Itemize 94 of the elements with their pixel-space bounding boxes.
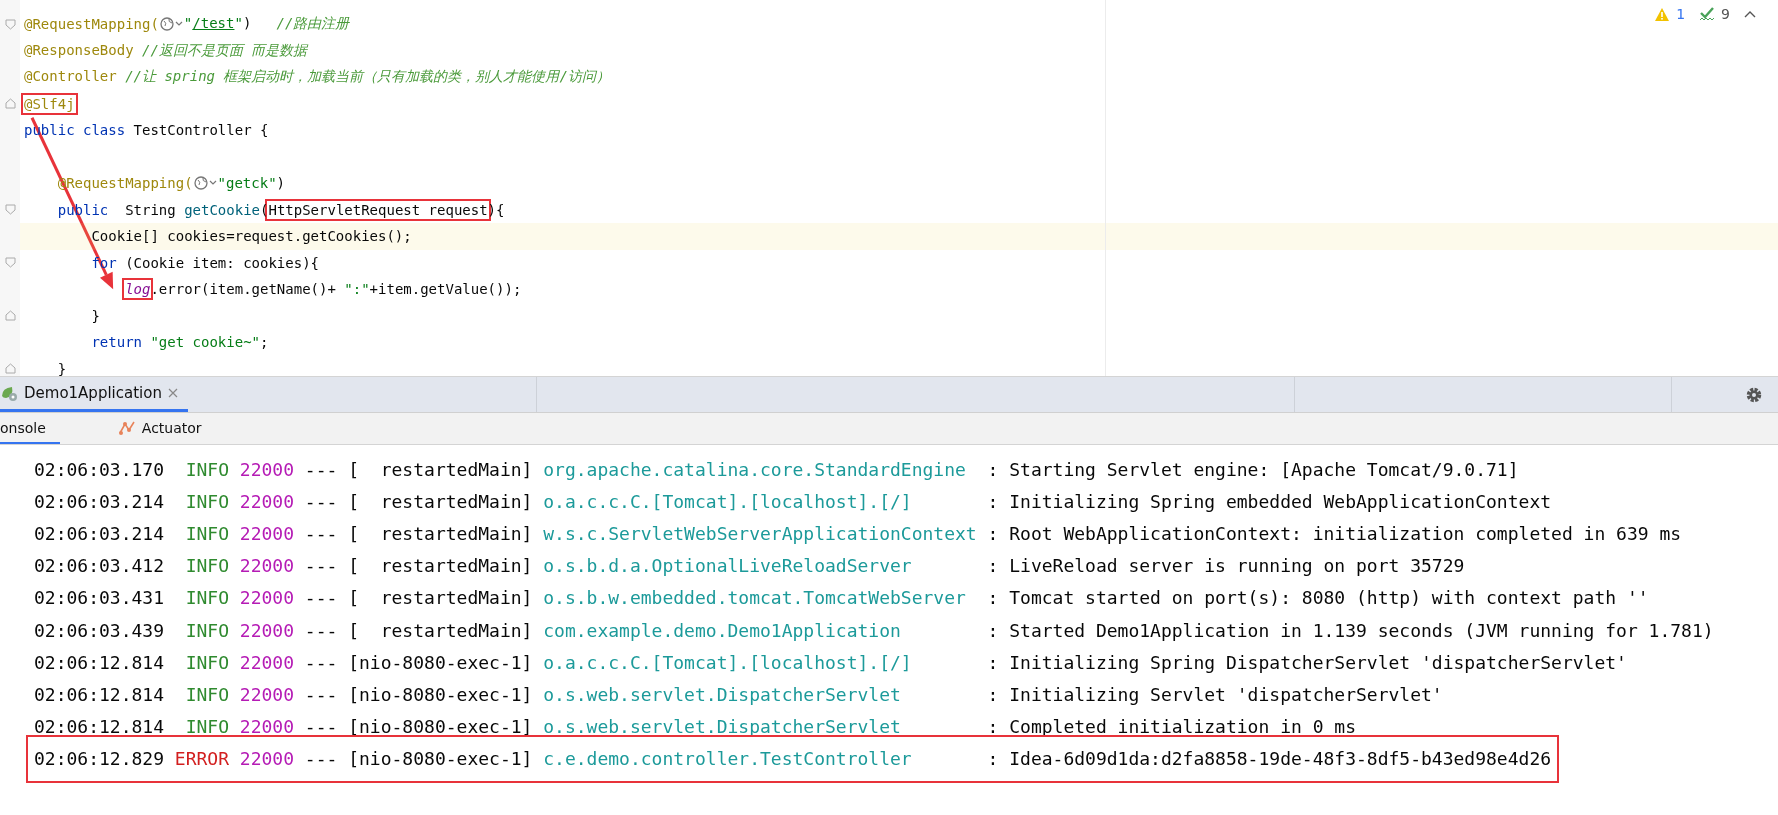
tool-tab[interactable]: onsole [0,413,60,444]
log-logger: org.apache.catalina.core.StandardEngine [543,458,967,480]
log-thread: [nio-8080-exec-1] [348,716,533,738]
log-message: : Idea-6d09d1da:d2fa8858-19de-48f3-8df5-b43ed98e4d26 [987,748,1552,770]
log-thread: [nio-8080-exec-1] [348,651,533,673]
log-message: : LiveReload server is running on port 35729 [987,555,1465,577]
log-timestamp: 02:06:03.412 [34,555,165,577]
log-separator: --- [304,458,338,480]
code-text: @RequestMapping( [24,16,159,33]
log-level: INFO [184,619,230,641]
log-thread: [nio-8080-exec-1] [348,748,533,770]
log-thread: [ restartedMain] [348,458,533,480]
log-message: : Starting Servlet engine: [Apache Tomcat/9.0.71] [987,458,1519,480]
log-logger: o.a.c.c.C.[Tomcat].[localhost].[/] [543,490,913,512]
leaf-icon [0,384,18,402]
log-level: INFO [184,587,230,609]
log-pid: 22000 [239,555,295,577]
log-level: ERROR [174,748,230,770]
log-pid: 22000 [239,522,295,544]
log-separator: --- [304,490,338,512]
log-separator: --- [304,748,338,770]
log-level: INFO [184,458,230,480]
close-icon [167,388,178,398]
code-text: } [56,360,67,377]
log-logger: o.s.b.w.embedded.tomcat.TomcatWebServer [543,587,967,609]
log-separator: --- [304,716,338,738]
warning-count: 1 [1676,6,1686,22]
log-separator: --- [304,651,338,673]
log-level: INFO [184,522,230,544]
log-timestamp: 02:06:03.214 [34,522,165,544]
log-thread: [ restartedMain] [348,490,533,512]
log-timestamp: 02:06:12.829 [34,748,165,770]
log-pid: 22000 [239,619,295,641]
log-separator: --- [304,555,338,577]
code-text: "/test") //路由注册 [183,15,350,34]
log-level: INFO [184,490,230,512]
log-message: : Initializing Servlet 'dispatcherServlet' [987,683,1443,705]
code-text: @Slf4j [24,95,75,112]
log-logger: o.a.c.c.C.[Tomcat].[localhost].[/] [543,651,913,673]
log-message: : Tomcat started on port(s): 8080 (http) with context path '' [987,587,1649,609]
log-message: : Completed initialization in 0 ms [987,716,1356,738]
log-timestamp: 02:06:03.170 [34,458,165,480]
code-text: Cookie[] cookies=request.getCookies(); [90,228,412,245]
log-timestamp: 02:06:03.214 [34,490,165,512]
log-pid: 22000 [239,587,295,609]
log-separator: --- [304,683,338,705]
log-message: : Initializing Spring DispatcherServlet 'dispatcherServlet' [987,651,1627,673]
log-logger: w.s.c.ServletWebServerApplicationContext [543,522,977,544]
log-timestamp: 02:06:12.814 [34,716,165,738]
log-timestamp: 02:06:03.431 [34,587,165,609]
log-thread: [nio-8080-exec-1] [348,683,533,705]
globe-icon [159,16,183,33]
globe-icon [193,175,217,192]
log-message: : Root WebApplicationContext: initialization completed in 639 ms [987,522,1682,544]
log-pid: 22000 [239,458,295,480]
log-level: INFO [184,555,230,577]
code-text: @Controller //让 spring 框架启动时，加载当前（只有加载的类，别人才能使用/访问） [24,68,610,87]
log-separator: --- [304,619,338,641]
log-level: INFO [184,716,230,738]
settings-icon[interactable] [1745,385,1763,404]
log-pid: 22000 [239,716,295,738]
log-level: INFO [184,683,230,705]
log-thread: [ restartedMain] [348,555,533,577]
log-thread: [ restartedMain] [348,619,533,641]
log-logger: o.s.b.d.a.OptionalLiveReloadServer [543,555,913,577]
weak-warning-count: 9 [1721,6,1730,22]
code-text: @ResponseBody //返回不是页面 而是数据 [24,41,308,60]
log-pid: 22000 [239,683,295,705]
log-timestamp: 02:06:12.814 [34,651,165,673]
code-text: "getck") [217,175,286,192]
log-separator: --- [304,522,338,544]
log-thread: [ restartedMain] [348,587,533,609]
code-text: log.error(item.getName()+ ":"+item.getValue()); [124,281,522,298]
warning-icon [1654,6,1671,22]
log-message: : Initializing Spring embedded WebApplicationContext [987,490,1552,512]
check-icon [1699,6,1716,22]
nodes-icon [117,419,136,436]
log-message: : Started Demo1Application in 1.139 seconds (JVM running for 1.781) [987,619,1714,641]
log-timestamp: 02:06:12.814 [34,683,165,705]
code-text: } [90,307,100,324]
log-logger: o.s.web.servlet.DispatcherServlet [543,716,902,738]
log-timestamp: 02:06:03.439 [34,619,165,641]
tool-tab[interactable]: Actuator [117,413,216,444]
log-separator: --- [304,587,338,609]
log-pid: 22000 [239,748,295,770]
code-text: return "get cookie~"; [90,334,269,351]
log-pid: 22000 [239,651,295,673]
log-thread: [ restartedMain] [348,522,533,544]
log-logger: o.s.web.servlet.DispatcherServlet [543,683,902,705]
log-logger: com.example.demo.Demo1Application [543,619,902,641]
log-logger: c.e.demo.controller.TestController [543,748,913,770]
chevron-up-icon [1744,9,1756,19]
log-pid: 22000 [239,490,295,512]
log-level: INFO [184,651,230,673]
